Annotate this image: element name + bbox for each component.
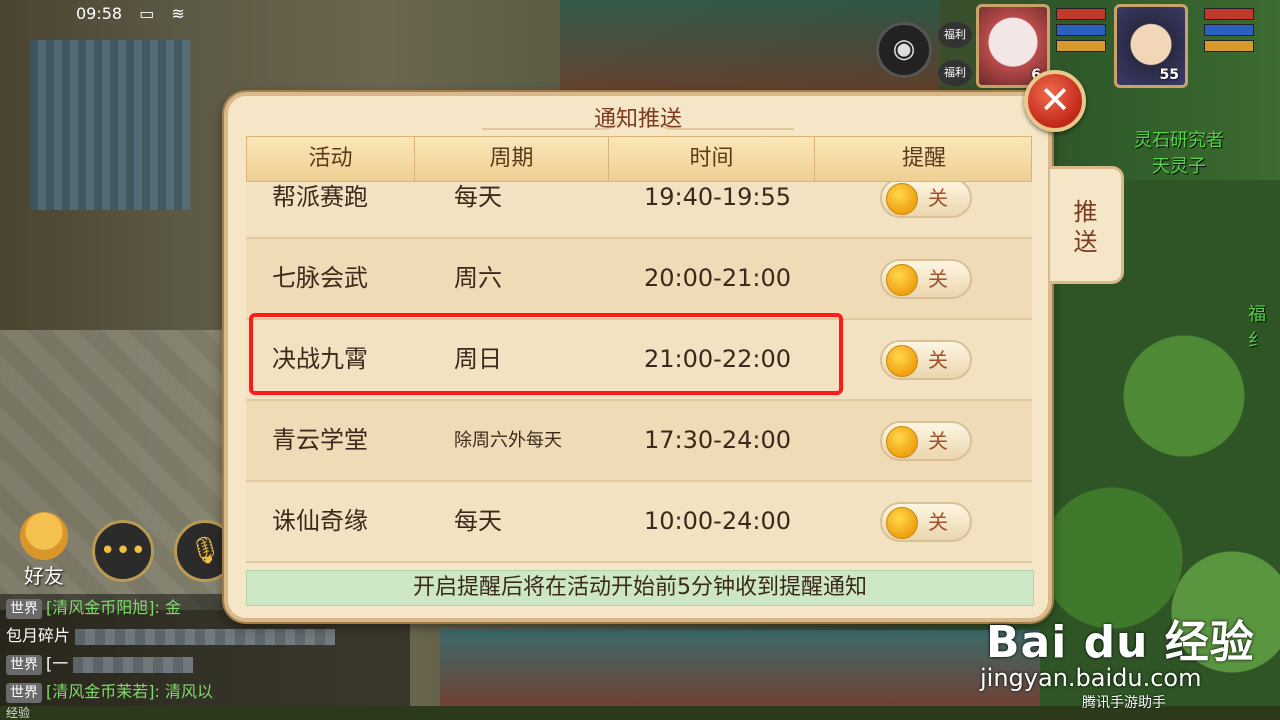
chat-line: 包月碎片 bbox=[0, 622, 410, 650]
camera-icon[interactable]: ◉ bbox=[876, 22, 932, 78]
table-row: 诛仙奇缘 每天 10:00-24:00 关 bbox=[246, 482, 1032, 563]
activity-period: 除周六外每天 bbox=[454, 430, 562, 451]
reminder-toggle[interactable]: 关 bbox=[880, 259, 972, 299]
reminder-toggle[interactable]: 关 bbox=[880, 178, 972, 218]
column-header-reminder: 提醒 bbox=[901, 146, 946, 171]
activity-name: 诛仙奇缘 bbox=[272, 507, 368, 535]
watermark-url: jingyan.baidu.com bbox=[980, 664, 1202, 692]
npc-name[interactable]: 灵石研究者 天灵子 bbox=[1134, 128, 1224, 180]
activity-period: 每天 bbox=[454, 507, 502, 535]
baidu-logo: Bai du 经验 bbox=[986, 617, 1255, 668]
close-button[interactable]: ✕ bbox=[1024, 70, 1086, 132]
column-header-time: 时间 bbox=[609, 137, 815, 181]
dialog-title: 通知推送 bbox=[593, 107, 682, 132]
watermark-helper: 腾讯手游助手 bbox=[1082, 695, 1166, 711]
close-icon: ✕ bbox=[1039, 78, 1071, 122]
player-level: 55 bbox=[1159, 67, 1179, 83]
activity-name: 青云学堂 bbox=[272, 426, 368, 454]
reminder-toggle[interactable]: 关 bbox=[880, 421, 972, 461]
npc-name-edge: 福纟 bbox=[1248, 304, 1266, 351]
friends-button[interactable]: 好友 bbox=[12, 512, 76, 589]
pet-status-bars bbox=[1056, 8, 1106, 56]
activity-time: 17:30-24:00 bbox=[644, 426, 791, 454]
status-time: 09:58 bbox=[76, 4, 123, 23]
activity-time: 10:00-24:00 bbox=[644, 507, 791, 535]
battery-icon: ▭ bbox=[139, 4, 155, 23]
table-header: 活动 周期 时间 提醒 bbox=[246, 136, 1032, 182]
friends-label: 好友 bbox=[24, 564, 64, 588]
activity-time: 20:00-21:00 bbox=[644, 264, 791, 292]
fuli-icon[interactable]: 福利 bbox=[938, 22, 972, 48]
annotation-highlight-box bbox=[249, 313, 843, 395]
fuli-icon[interactable]: 福利 bbox=[938, 60, 972, 86]
wifi-icon: ≋ bbox=[171, 4, 185, 23]
status-bar: 09:58 ▭ ≋ bbox=[0, 0, 260, 28]
chat-bubble-icon[interactable]: ••• bbox=[92, 520, 154, 582]
tab-push-label: 推送 bbox=[1073, 198, 1098, 256]
player-status-bars bbox=[1204, 8, 1254, 56]
activity-name: 七脉会武 bbox=[272, 264, 368, 292]
fence bbox=[30, 40, 190, 210]
table-row: 青云学堂 除周六外每天 17:30-24:00 关 bbox=[246, 401, 1032, 482]
tab-push[interactable]: 推送 bbox=[1050, 166, 1124, 284]
reminder-note: 开启提醒后将在活动开始前5分钟收到提醒通知 bbox=[246, 570, 1034, 606]
reminder-toggle[interactable]: 关 bbox=[880, 340, 972, 380]
column-header-activity: 活动 bbox=[247, 137, 415, 181]
chat-line: 世界 [一 bbox=[0, 650, 410, 678]
friends-icon bbox=[20, 512, 68, 560]
column-header-period: 周期 bbox=[415, 137, 609, 181]
player-portrait[interactable]: 55 bbox=[1114, 4, 1188, 88]
table-row: 七脉会武 周六 20:00-21:00 关 bbox=[246, 239, 1032, 320]
activity-period: 周六 bbox=[454, 264, 502, 292]
chat-line: 世界 [清风金币茉若]: 清风以 bbox=[0, 678, 410, 706]
reminder-toggle[interactable]: 关 bbox=[880, 502, 972, 542]
